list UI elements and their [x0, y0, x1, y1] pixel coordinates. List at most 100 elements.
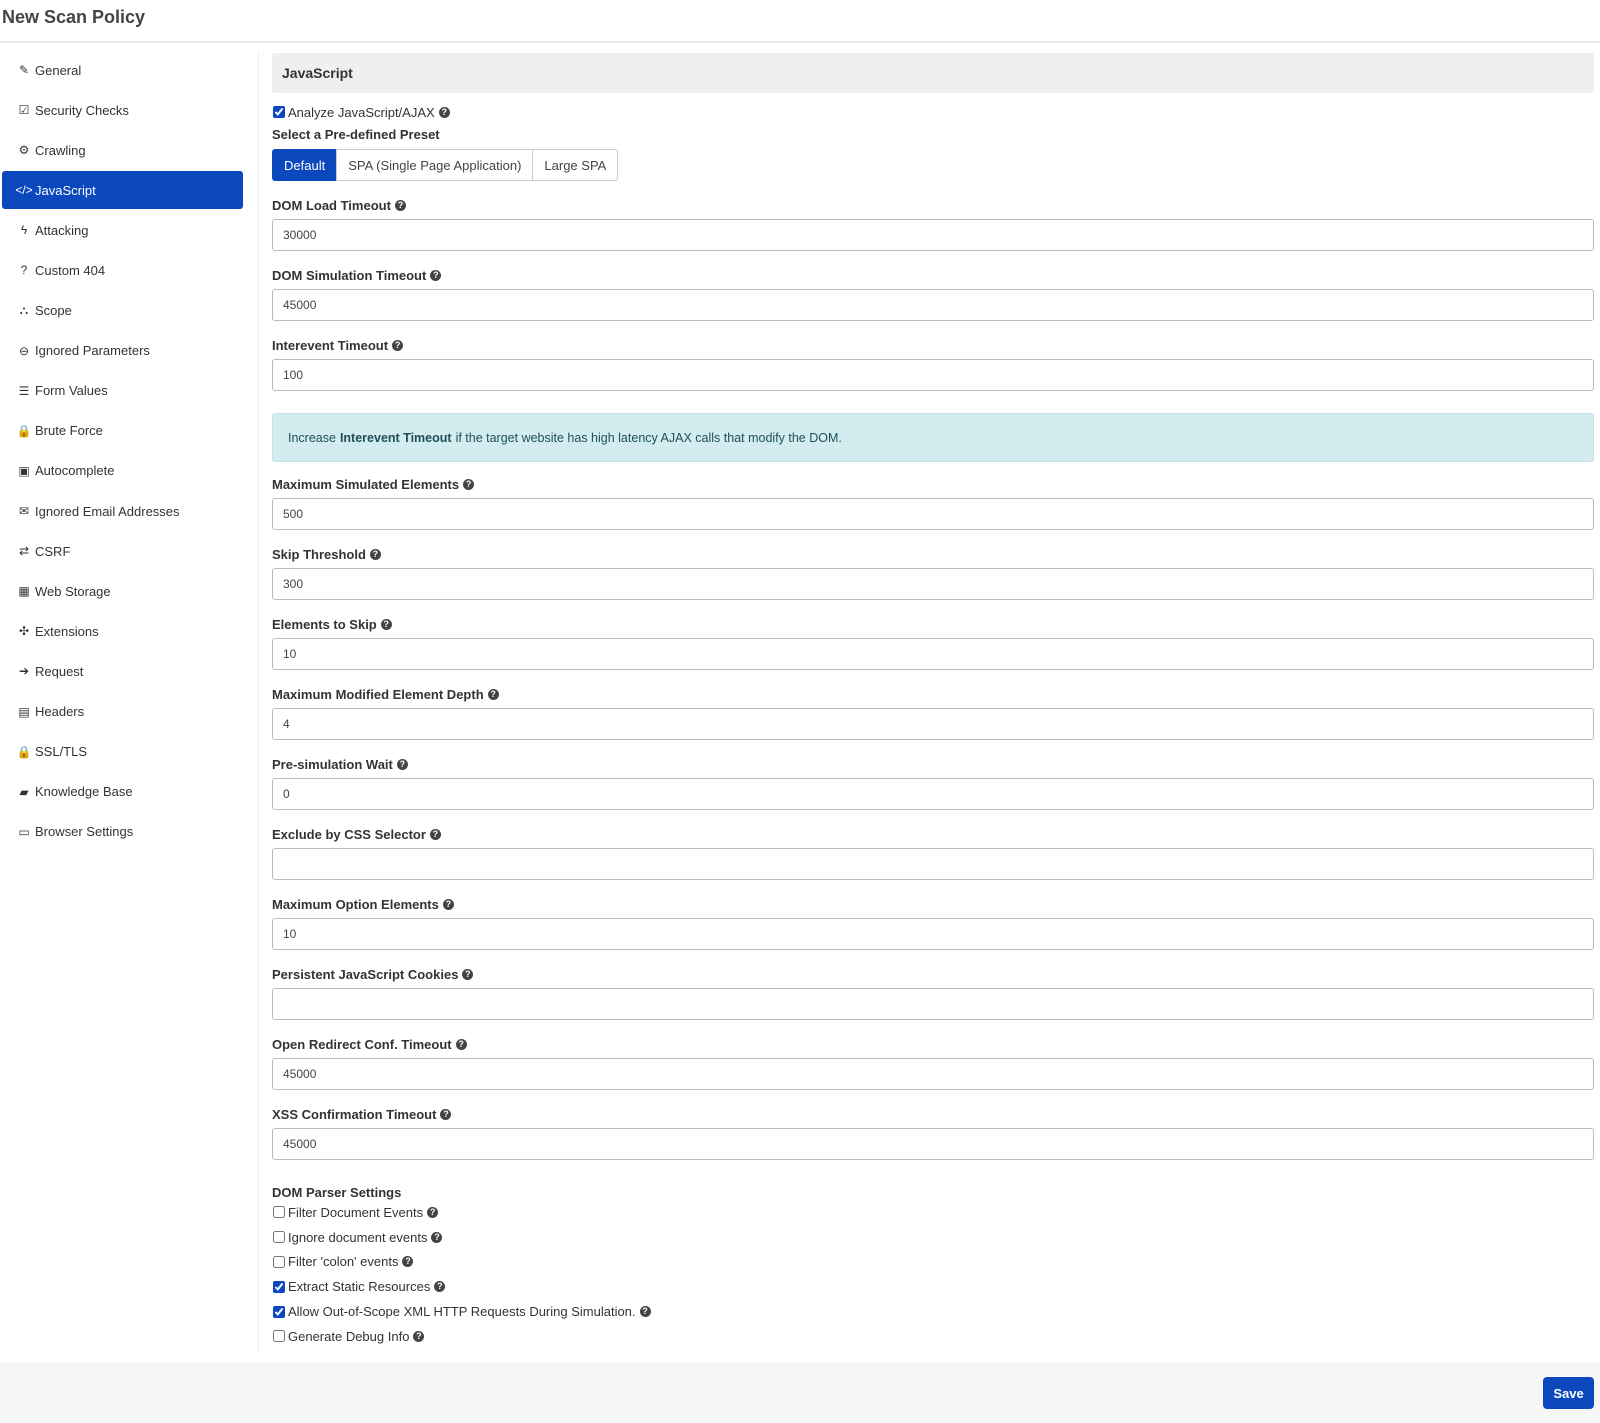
open-redirect-conf-timeout-input[interactable] — [272, 1058, 1594, 1090]
checkbox-label: Filter 'colon' events — [288, 1254, 399, 1270]
maximum-option-elements-input[interactable] — [272, 918, 1594, 950]
analyze-javascript-input[interactable] — [273, 106, 285, 118]
sidebar-item-form-values[interactable]: ☰ Form Values — [2, 372, 243, 410]
xss-confirmation-timeout-input[interactable] — [272, 1128, 1594, 1160]
generate-debug-info-checkbox[interactable]: Generate Debug Info? — [272, 1324, 1594, 1349]
exclude-by-css-selector-input[interactable] — [272, 848, 1594, 880]
sidebar-item-label: Brute Force — [35, 423, 103, 439]
ignore-document-events-input[interactable] — [273, 1231, 285, 1244]
dom-simulation-timeout-input[interactable] — [272, 289, 1594, 321]
sidebar-item-extensions[interactable]: ✣ Extensions — [2, 612, 243, 650]
help-icon[interactable]: ? — [434, 1281, 446, 1293]
help-icon[interactable]: ? — [455, 1038, 467, 1050]
sidebar-item-label: Extensions — [35, 623, 99, 639]
sidebar-item-headers[interactable]: ▤ Headers — [2, 693, 243, 731]
maximum-modified-element-depth-field: Maximum Modified Element Depth? — [272, 686, 1594, 740]
preset-spa-button[interactable]: SPA (Single Page Application) — [336, 149, 534, 181]
field-label-text: Persistent JavaScript Cookies — [272, 966, 459, 982]
field-label-text: DOM Load Timeout — [272, 197, 391, 213]
preset-large-spa-button[interactable]: Large SPA — [532, 149, 619, 181]
sidebar-item-web-storage[interactable]: ▦ Web Storage — [2, 572, 243, 610]
help-icon[interactable]: ? — [396, 758, 408, 770]
field-label-text: Exclude by CSS Selector — [272, 826, 426, 842]
filter-document-events-checkbox[interactable]: Filter Document Events? — [272, 1200, 1594, 1225]
filter-colon-events-checkbox[interactable]: Filter 'colon' events? — [272, 1250, 1594, 1275]
help-icon[interactable]: ? — [369, 548, 381, 560]
dom-parser-options: Filter Document Events? Ignore document e… — [272, 1200, 1594, 1349]
maximum-simulated-elements-input[interactable] — [272, 498, 1594, 530]
extract-static-resources-checkbox[interactable]: Extract Static Resources? — [272, 1274, 1594, 1299]
sidebar-item-ignored-email-addresses[interactable]: ✉ Ignored Email Addresses — [2, 492, 243, 530]
interevent-timeout-input[interactable] — [272, 359, 1594, 391]
info-alert: Increase Interevent Timeout if the target … — [272, 413, 1594, 462]
sidebar-item-crawling[interactable]: ⚙ Crawling — [2, 131, 243, 169]
extract-static-resources-input[interactable] — [273, 1280, 285, 1293]
help-icon[interactable]: ? — [639, 1306, 651, 1318]
file-text-icon: ▤ — [18, 704, 30, 719]
analyze-javascript-checkbox[interactable]: Analyze JavaScript/AJAX ? — [272, 102, 1594, 122]
envelope-icon: ✉ — [18, 504, 30, 519]
field-label-text: Maximum Modified Element Depth — [272, 686, 484, 702]
filter-colon-events-input[interactable] — [273, 1255, 285, 1268]
maximum-modified-element-depth-label: Maximum Modified Element Depth? — [272, 686, 1594, 702]
help-icon[interactable]: ? — [429, 828, 441, 840]
dom-load-timeout-input[interactable] — [272, 219, 1594, 251]
sidebar-item-request[interactable]: ➔ Request — [2, 652, 243, 690]
field-label-text: Open Redirect Conf. Timeout — [272, 1036, 452, 1052]
elements-to-skip-field: Elements to Skip? — [272, 616, 1594, 670]
sidebar-item-label: Attacking — [35, 222, 89, 238]
skip-threshold-input[interactable] — [272, 568, 1594, 600]
help-icon[interactable]: ? — [392, 339, 404, 351]
analyze-javascript-label: Analyze JavaScript/AJAX — [288, 104, 435, 120]
allow-out-of-scope-xml-http-requests-during-simulation-checkbox[interactable]: Allow Out-of-Scope XML HTTP Requests Dur… — [272, 1299, 1594, 1324]
filter-document-events-input[interactable] — [273, 1206, 285, 1219]
help-icon[interactable]: ? — [413, 1330, 425, 1342]
sidebar-item-knowledge-base[interactable]: ▰ Knowledge Base — [2, 773, 243, 811]
exclude-by-css-selector-label: Exclude by CSS Selector? — [272, 826, 1594, 842]
persistent-javascript-cookies-field: Persistent JavaScript Cookies? — [272, 966, 1594, 1020]
sidebar-item-ignored-parameters[interactable]: ⊖ Ignored Parameters — [2, 332, 243, 370]
maximum-modified-element-depth-input[interactable] — [272, 708, 1594, 740]
sidebar-item-custom-404[interactable]: ? Custom 404 — [2, 251, 243, 289]
sidebar-item-autocomplete[interactable]: ▣ Autocomplete — [2, 452, 243, 490]
sidebar-item-ssl-tls[interactable]: 🔒 SSL/TLS — [2, 733, 243, 771]
help-icon[interactable]: ? — [463, 478, 475, 490]
skip-threshold-label: Skip Threshold? — [272, 546, 1594, 562]
caret-square-icon: ▣ — [18, 463, 30, 478]
help-icon[interactable]: ? — [380, 618, 392, 630]
help-icon[interactable]: ? — [431, 1231, 443, 1243]
help-icon[interactable]: ? — [440, 1108, 452, 1120]
sidebar-item-general[interactable]: ✎ General — [2, 51, 243, 89]
help-icon[interactable]: ? — [430, 269, 442, 281]
sidebar-item-scope[interactable]: ⛬ Scope — [2, 292, 243, 330]
generate-debug-info-input[interactable] — [273, 1330, 285, 1343]
sidebar-item-javascript[interactable]: </> JavaScript — [2, 171, 243, 210]
ignore-document-events-checkbox[interactable]: Ignore document events? — [272, 1225, 1594, 1250]
elements-to-skip-input[interactable] — [272, 638, 1594, 670]
sidebar-item-brute-force[interactable]: 🔒 Brute Force — [2, 412, 243, 450]
sidebar-item-csrf[interactable]: ⇄ CSRF — [2, 532, 243, 570]
preset-button-group: Default SPA (Single Page Application) La… — [272, 149, 1594, 181]
help-icon[interactable]: ? — [427, 1206, 439, 1218]
help-icon[interactable]: ? — [462, 968, 474, 980]
exchange-icon: ⇄ — [18, 544, 30, 559]
field-label-text: Maximum Simulated Elements — [272, 476, 460, 492]
sidebar-item-browser-settings[interactable]: ▭ Browser Settings — [2, 813, 243, 851]
sidebar-item-attacking[interactable]: ϟ Attacking — [2, 211, 243, 249]
allow-out-of-scope-xml-http-requests-during-simulation-input[interactable] — [273, 1305, 285, 1318]
preset-default-button[interactable]: Default — [272, 149, 338, 181]
book-icon: ▰ — [19, 784, 29, 799]
help-icon[interactable]: ? — [442, 898, 454, 910]
persistent-javascript-cookies-input[interactable] — [272, 988, 1594, 1020]
help-icon[interactable]: ? — [394, 199, 406, 211]
cogs-icon: ⚙ — [18, 143, 30, 158]
open-redirect-conf-timeout-label: Open Redirect Conf. Timeout? — [272, 1036, 1594, 1052]
sidebar-item-security-checks[interactable]: ☑ Security Checks — [2, 91, 243, 129]
pre-simulation-wait-input[interactable] — [272, 778, 1594, 810]
help-icon[interactable]: ? — [438, 106, 450, 118]
help-icon[interactable]: ? — [487, 688, 499, 700]
save-button[interactable]: Save — [1543, 1377, 1594, 1409]
help-icon[interactable]: ? — [402, 1256, 414, 1268]
footer-bar — [0, 1362, 1600, 1423]
sidebar-item-label: Ignored Parameters — [35, 343, 150, 359]
